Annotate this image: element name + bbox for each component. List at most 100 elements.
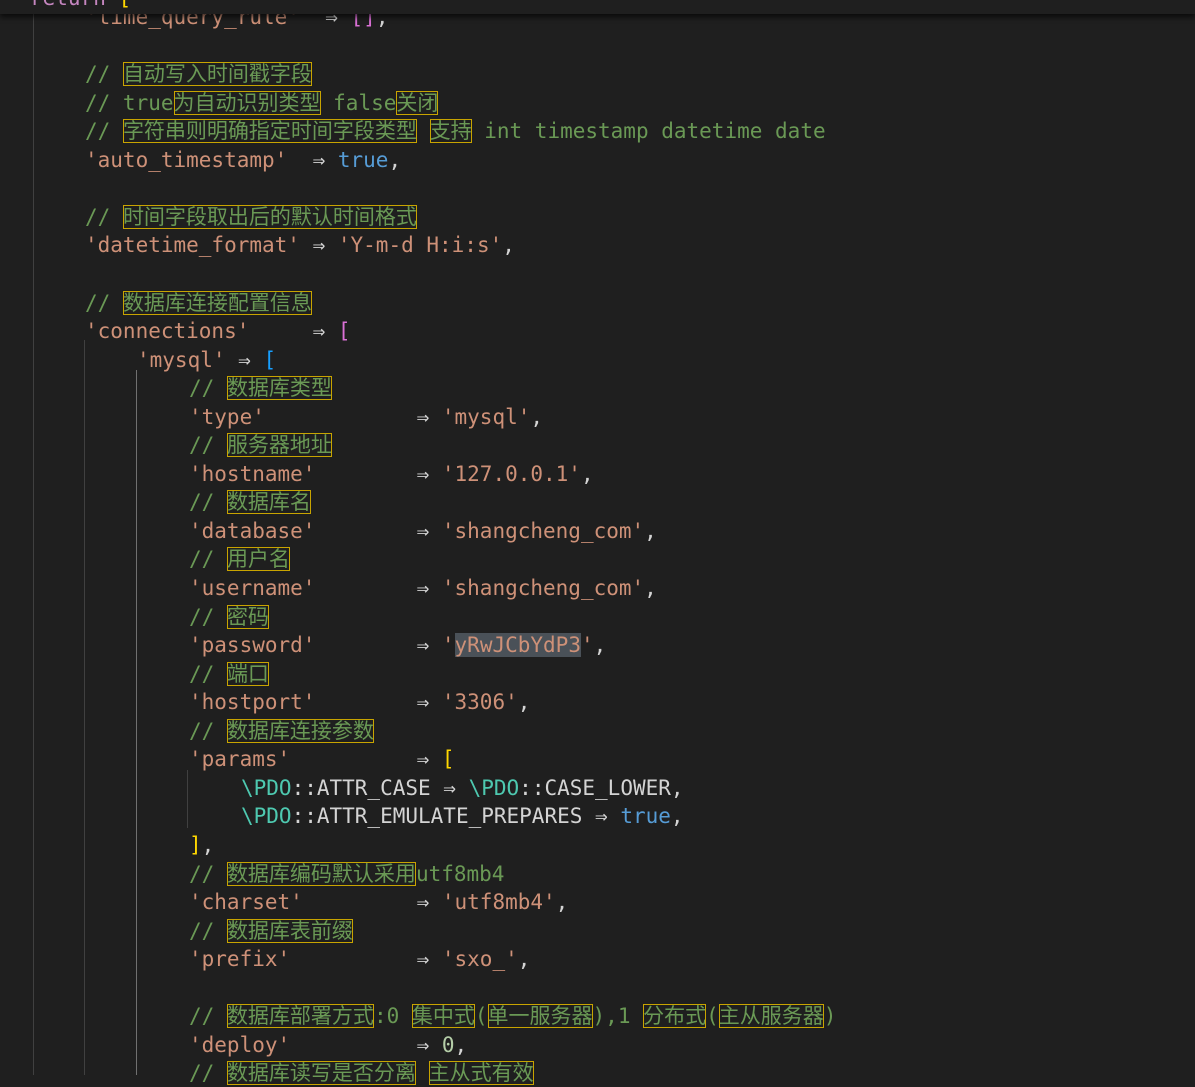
code-token: \PDO xyxy=(468,775,520,800)
code-line[interactable]: // 用户名 xyxy=(0,545,1195,573)
code-line[interactable]: ], xyxy=(0,831,1195,859)
code-token: // xyxy=(189,661,227,686)
code-line[interactable]: // 数据库读写是否分离 主从式有效 xyxy=(0,1059,1195,1087)
code-editor[interactable]: return [ 'time_query_rule' ⇒ [],// 自动写入时… xyxy=(0,0,1195,1086)
sticky-line: return [ xyxy=(30,0,131,10)
code-line[interactable] xyxy=(0,174,1195,202)
code-line[interactable]: \PDO::ATTR_EMULATE_PREPARES ⇒ true, xyxy=(0,802,1195,830)
code-token: 'type' xyxy=(189,404,265,429)
code-line[interactable]: 'username' ⇒ 'shangcheng_com', xyxy=(0,574,1195,602)
code-token: 关闭 xyxy=(396,90,439,115)
code-line[interactable]: // 自动写入时间戳字段 xyxy=(0,60,1195,88)
return-bracket: [ xyxy=(119,0,132,10)
code-line[interactable]: 'params' ⇒ [ xyxy=(0,745,1195,773)
code-token: ) xyxy=(823,1004,837,1029)
code-token: , xyxy=(593,633,607,658)
code-token: // xyxy=(189,1061,227,1086)
code-token: ⇒ xyxy=(287,147,338,172)
code-line[interactable]: // 数据库表前缀 xyxy=(0,917,1195,945)
code-line[interactable]: 'password' ⇒ 'yRwJCbYdP3', xyxy=(0,631,1195,659)
code-token: , xyxy=(517,690,531,715)
code-line[interactable]: // 数据库部署方式:0 集中式(单一服务器),1 分布式(主从服务器) xyxy=(0,1002,1195,1030)
code-token: ⇒ xyxy=(225,347,264,372)
code-token: ⇒ xyxy=(315,518,442,543)
code-token: 主从服务器 xyxy=(718,1004,824,1029)
sticky-scroll-header[interactable]: return [ xyxy=(0,0,1195,14)
code-token: 集中式 xyxy=(411,1004,475,1029)
code-line[interactable]: 'datetime_format' ⇒ 'Y-m-d H:i:s', xyxy=(0,231,1195,259)
code-token: , xyxy=(670,804,684,829)
code-token: :0 xyxy=(373,1004,412,1029)
code-line[interactable]: 'prefix' ⇒ 'sxo_', xyxy=(0,945,1195,973)
code-token: ::ATTR_EMULATE_PREPARES xyxy=(291,804,583,829)
code-token: ( xyxy=(474,1004,488,1029)
code-token: 分布式 xyxy=(643,1004,707,1029)
code-line[interactable]: // 字符串则明确指定时间字段类型 支持 int timestamp datet… xyxy=(0,117,1195,145)
code-line[interactable]: // 数据库编码默认采用utf8mb4 xyxy=(0,860,1195,888)
code-token: , xyxy=(502,233,515,258)
code-token: // xyxy=(189,604,227,629)
code-token: true xyxy=(620,804,671,829)
code-token: 'connections' xyxy=(85,319,250,344)
code-token: , xyxy=(454,1032,468,1057)
code-token: 服务器地址 xyxy=(226,433,332,458)
code-line[interactable]: 'deploy' ⇒ 0, xyxy=(0,1031,1195,1059)
code-line[interactable]: 'hostport' ⇒ '3306', xyxy=(0,688,1195,716)
code-line[interactable]: // 时间字段取出后的默认时间格式 xyxy=(0,203,1195,231)
code-token: 'hostport' xyxy=(189,690,316,715)
code-token: 数据库类型 xyxy=(226,376,332,401)
code-token: utf8mb4 xyxy=(415,861,505,886)
code-token: ⇒ xyxy=(302,890,442,915)
code-token: ⇒ xyxy=(249,319,338,344)
code-token: // xyxy=(85,290,123,315)
code-token: [ xyxy=(337,319,351,344)
code-line[interactable]: 'type' ⇒ 'mysql', xyxy=(0,403,1195,431)
code-line[interactable]: // 数据库名 xyxy=(0,488,1195,516)
code-token: ⇒ xyxy=(290,1032,442,1057)
code-token: // xyxy=(189,918,227,943)
code-token: 'Y-m-d H:i:s' xyxy=(337,233,503,258)
code-line[interactable]: // 密码 xyxy=(0,603,1195,631)
code-line[interactable] xyxy=(0,974,1195,1002)
code-line[interactable]: 'connections' ⇒ [ xyxy=(0,317,1195,345)
code-token: ⇒ xyxy=(290,947,442,972)
code-token: 支持 xyxy=(429,119,472,144)
code-line[interactable] xyxy=(0,32,1195,60)
code-token: ::CASE_LOWER xyxy=(519,775,671,800)
code-token: // xyxy=(189,718,227,743)
code-token: , xyxy=(644,518,657,543)
code-token: 'hostname' xyxy=(189,461,316,486)
code-token: ⇒ xyxy=(315,461,442,486)
code-line[interactable]: // 服务器地址 xyxy=(0,431,1195,459)
code-token: 'sxo_' xyxy=(441,947,518,972)
code-token: 数据库编码默认采用 xyxy=(226,861,416,886)
code-token: 'database' xyxy=(189,518,316,543)
code-line[interactable]: 'auto_timestamp' ⇒ true, xyxy=(0,146,1195,174)
code-line[interactable]: // true为自动识别类型 false关闭 xyxy=(0,89,1195,117)
code-line[interactable]: 'database' ⇒ 'shangcheng_com', xyxy=(0,517,1195,545)
code-token: // xyxy=(85,204,123,229)
code-token: 'password' xyxy=(189,633,316,658)
code-line[interactable]: // 数据库连接参数 xyxy=(0,717,1195,745)
code-line[interactable]: // 端口 xyxy=(0,660,1195,688)
code-token: ' xyxy=(441,633,455,658)
code-token: 'datetime_format' xyxy=(85,233,300,258)
code-line[interactable]: 'mysql' ⇒ [ xyxy=(0,346,1195,374)
code-line[interactable]: // 数据库类型 xyxy=(0,374,1195,402)
code-line[interactable]: 'hostname' ⇒ '127.0.0.1', xyxy=(0,460,1195,488)
code-line[interactable]: 'charset' ⇒ 'utf8mb4', xyxy=(0,888,1195,916)
code-token: ⇒ xyxy=(582,804,621,829)
code-token: 'prefix' xyxy=(189,947,291,972)
code-line[interactable] xyxy=(0,260,1195,288)
code-line[interactable]: \PDO::ATTR_CASE ⇒ \PDO::CASE_LOWER, xyxy=(0,774,1195,802)
code-token: [ xyxy=(263,347,277,372)
code-token: 'auto_timestamp' xyxy=(85,147,288,172)
code-token: [ xyxy=(441,747,455,772)
code-token: ⇒ xyxy=(299,233,338,258)
code-token: , xyxy=(555,890,569,915)
code-token: \PDO xyxy=(241,775,292,800)
code-line[interactable]: // 数据库连接配置信息 xyxy=(0,289,1195,317)
code-token: ),1 xyxy=(592,1004,644,1029)
code-token: , xyxy=(517,947,531,972)
